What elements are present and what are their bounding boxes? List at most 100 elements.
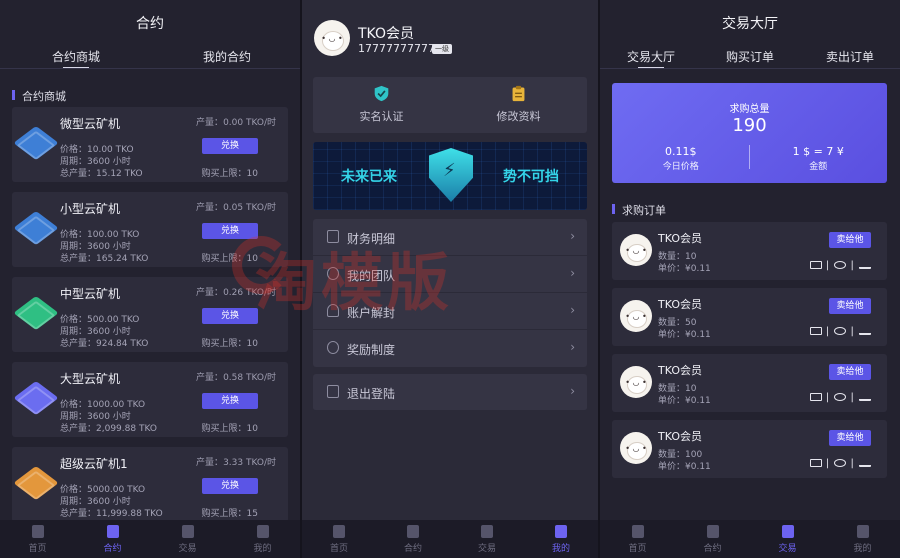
contract-tabs: 合约商城 我的合约	[0, 48, 300, 69]
nav-contract[interactable]: 合约	[75, 525, 150, 554]
sell-button[interactable]: 卖给他	[829, 364, 871, 380]
order-unit: 单价：¥0.11	[658, 264, 711, 274]
nav-trade[interactable]: 交易	[450, 525, 524, 554]
machine-total: 总产量：11,999.88 TKO	[60, 509, 163, 519]
exchange-button[interactable]: 兑换	[202, 478, 258, 494]
tab-contract-mall[interactable]: 合约商城	[52, 48, 100, 69]
user-icon	[555, 525, 567, 538]
alipay-icon	[859, 459, 871, 467]
machine-card: 超级云矿机1 产量：3.33 TKO/时 兑换 价格：5000.00 TKO 周期：36…	[12, 447, 288, 522]
machine-name: 超级云矿机1	[60, 457, 128, 471]
divider	[600, 68, 900, 69]
nav-mine[interactable]: 我的	[225, 525, 300, 554]
trade-icon	[781, 525, 794, 538]
machine-name: 小型云矿机	[60, 202, 121, 216]
exchange-button[interactable]: 兑换	[202, 308, 258, 324]
menu-rewards[interactable]: 奖励制度 ›	[313, 330, 587, 367]
quick-actions: 实名认证 修改资料	[313, 77, 587, 133]
order-unit: 单价：¥0.11	[658, 462, 711, 472]
bank-card-icon	[809, 393, 822, 401]
bank-card-icon	[809, 459, 822, 467]
order-user: TKO会员	[658, 232, 702, 245]
user-icon	[256, 525, 269, 538]
nav-home[interactable]: 首页	[600, 525, 675, 554]
order-unit: 单价：¥0.11	[658, 396, 711, 406]
avatar	[620, 366, 652, 398]
edit-profile-button[interactable]: 修改资料	[450, 85, 587, 124]
medal-icon	[327, 341, 339, 354]
sell-button[interactable]: 卖给他	[829, 232, 871, 248]
home-icon	[631, 525, 644, 538]
order-unit: 单价：¥0.11	[658, 330, 711, 340]
logout-icon	[327, 385, 339, 398]
wechat-icon	[834, 261, 847, 269]
contract-icon	[106, 525, 119, 538]
bottom-nav: 首页 合约 交易 我的	[302, 520, 598, 558]
price-value: 0.11$	[665, 145, 697, 158]
exchange-button[interactable]: 兑换	[202, 393, 258, 409]
order-card: TKO会员数量：50单价：¥0.11卖给他 | |	[612, 288, 887, 346]
machine-total: 总产量：924.84 TKO	[60, 339, 149, 349]
machine-yield: 产量：0.05 TKO/时	[196, 203, 276, 213]
chevron-right-icon: ›	[570, 303, 575, 317]
exchange-button[interactable]: 兑换	[202, 138, 258, 154]
sell-button[interactable]: 卖给他	[829, 298, 871, 314]
tab-my-contracts[interactable]: 我的合约	[203, 48, 251, 65]
order-user: TKO会员	[658, 364, 702, 377]
tab-market-hall[interactable]: 交易大厅	[627, 48, 675, 69]
bank-card-icon	[809, 327, 822, 335]
nav-trade[interactable]: 交易	[150, 525, 225, 554]
chevron-right-icon: ›	[570, 229, 575, 243]
machine-limit: 购买上限：10	[201, 339, 258, 349]
sell-button[interactable]: 卖给他	[829, 430, 871, 446]
wechat-icon	[834, 393, 847, 401]
trade-icon	[481, 525, 493, 538]
machine-icon	[13, 295, 59, 331]
nav-trade[interactable]: 交易	[750, 525, 825, 554]
exchange-button[interactable]: 兑换	[202, 223, 258, 239]
avatar[interactable]	[314, 20, 350, 56]
home-icon	[333, 525, 345, 538]
nav-home[interactable]: 首页	[0, 525, 75, 554]
machine-yield: 产量：0.00 TKO/时	[196, 118, 276, 128]
machine-name: 中型云矿机	[60, 287, 121, 301]
nav-contract[interactable]: 合约	[376, 525, 450, 554]
nav-contract[interactable]: 合约	[675, 525, 750, 554]
section-title: 求购订单	[612, 202, 666, 218]
user-icon	[856, 525, 869, 538]
payment-methods: | |	[809, 260, 871, 271]
rate-label: 金额	[809, 162, 828, 172]
bottom-nav: 首页 合约 交易 我的	[0, 520, 300, 558]
divider	[0, 68, 300, 69]
order-user: TKO会员	[658, 430, 702, 443]
user-name: TKO会员	[358, 26, 414, 42]
machine-name: 大型云矿机	[60, 372, 121, 386]
page-title: 交易大厅	[722, 16, 778, 32]
order-card: TKO会员数量：10单价：¥0.11卖给他 | |	[612, 222, 887, 280]
wechat-icon	[834, 327, 847, 335]
machine-limit: 购买上限：10	[201, 424, 258, 434]
tab-sell-orders[interactable]: 卖出订单	[826, 48, 874, 65]
payment-methods: | |	[809, 326, 871, 337]
rate-value: 1 $ = 7 ¥	[792, 145, 844, 158]
bolt-icon: ⚡	[443, 160, 456, 181]
nav-mine[interactable]: 我的	[524, 525, 598, 554]
machine-icon	[13, 380, 59, 416]
machine-yield: 产量：3.33 TKO/时	[196, 458, 276, 468]
promo-banner[interactable]: 未来已来 ⚡ 势不可挡	[313, 142, 587, 210]
verify-button[interactable]: 实名认证	[313, 85, 450, 124]
chevron-right-icon: ›	[570, 384, 575, 398]
machine-card: 微型云矿机 产量：0.00 TKO/时 兑换 价格：10.00 TKO 周期：3600 …	[12, 107, 288, 182]
logout-button[interactable]: 退出登陆 ›	[313, 374, 587, 411]
nav-home[interactable]: 首页	[302, 525, 376, 554]
tab-buy-orders[interactable]: 购买订单	[726, 48, 774, 65]
payment-methods: | |	[809, 392, 871, 403]
alipay-icon	[859, 393, 871, 401]
machine-limit: 购买上限：15	[201, 509, 258, 519]
machine-icon	[13, 210, 59, 246]
wechat-icon	[834, 459, 847, 467]
total-label: 求购总量	[729, 104, 770, 115]
machine-total: 总产量：165.24 TKO	[60, 254, 149, 264]
nav-mine[interactable]: 我的	[825, 525, 900, 554]
level-badge: 一级	[432, 44, 452, 54]
